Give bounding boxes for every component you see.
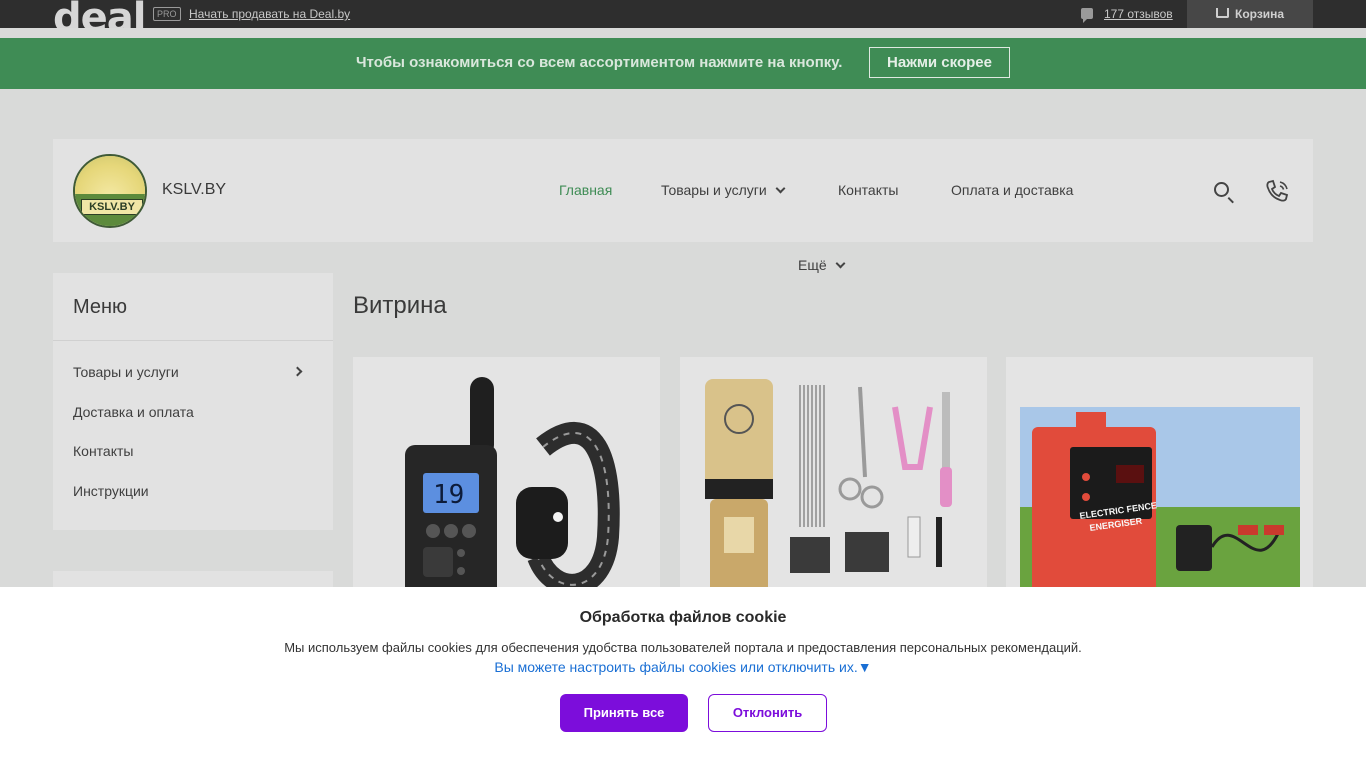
deal-logo[interactable]: deal bbox=[53, 0, 147, 28]
product-card[interactable]: 19 bbox=[353, 357, 660, 597]
nav-products[interactable]: Товары и услуги bbox=[661, 182, 786, 198]
banner-button[interactable]: Нажми скорее bbox=[869, 47, 1010, 78]
cookie-title: Обработка файлов cookie bbox=[579, 609, 787, 626]
pro-badge: PRO bbox=[153, 7, 181, 21]
nav-home[interactable]: Главная bbox=[559, 182, 612, 198]
site-logo[interactable]: KSLV.BY bbox=[73, 154, 147, 228]
nav-contacts[interactable]: Контакты bbox=[838, 182, 898, 198]
cookie-description: Мы используем файлы cookies для обеспече… bbox=[284, 640, 1082, 655]
grooming-kit-image bbox=[705, 379, 952, 597]
sidebar-item-label: Товары и услуги bbox=[73, 364, 179, 380]
divider bbox=[53, 340, 333, 341]
nav-more[interactable]: Ещё bbox=[798, 257, 846, 273]
sidebar-item-instructions[interactable]: Инструкции bbox=[73, 483, 313, 499]
chevron-right-icon bbox=[292, 366, 303, 377]
product-card[interactable] bbox=[680, 357, 987, 597]
product-card[interactable]: ELECTRIC FENCE ENERGISER bbox=[1006, 357, 1313, 597]
decline-button[interactable]: Отклонить bbox=[708, 694, 827, 732]
site-header: KSLV.BY KSLV.BY Главная Товары и услуги … bbox=[53, 139, 1313, 242]
sidebar-item-products[interactable]: Товары и услуги bbox=[73, 364, 313, 380]
cart-label: Корзина bbox=[1235, 7, 1285, 21]
chevron-down-icon bbox=[835, 258, 846, 269]
accept-all-button[interactable]: Принять все bbox=[560, 694, 688, 732]
promo-banner: Чтобы ознакомиться со всем ассортиментом… bbox=[0, 38, 1366, 89]
svg-text:19: 19 bbox=[433, 480, 464, 510]
cookie-consent-panel: Обработка файлов cookie Мы используем фа… bbox=[0, 587, 1366, 768]
cookie-settings-link[interactable]: Вы можете настроить файлы cookies или от… bbox=[0, 659, 1366, 675]
site-name[interactable]: KSLV.BY bbox=[162, 181, 226, 199]
cart-button[interactable]: Корзина bbox=[1187, 0, 1313, 28]
top-bar: deal PRO Начать продавать на Deal.by 177… bbox=[0, 0, 1366, 28]
dog-training-collar-image: 19 bbox=[405, 377, 620, 597]
nav-payment-delivery[interactable]: Оплата и доставка bbox=[951, 182, 1073, 198]
chevron-down-icon bbox=[775, 183, 786, 194]
search-icon[interactable] bbox=[1214, 182, 1229, 197]
sidebar-menu: Меню Товары и услуги Доставка и оплата К… bbox=[53, 273, 333, 530]
reviews-link[interactable]: 177 отзывов bbox=[1104, 7, 1173, 21]
phone-icon[interactable] bbox=[1265, 179, 1291, 203]
page-title: Витрина bbox=[353, 292, 447, 319]
electric-fence-energiser-image: ELECTRIC FENCE ENERGISER bbox=[1020, 407, 1300, 597]
logo-sky bbox=[75, 156, 145, 198]
sidebar-title: Меню bbox=[73, 296, 128, 318]
start-selling-link[interactable]: Начать продавать на Deal.by bbox=[189, 7, 350, 21]
reviews-icon bbox=[1081, 8, 1093, 23]
nav-more-label: Ещё bbox=[798, 257, 827, 273]
nav-products-label: Товары и услуги bbox=[661, 182, 767, 198]
banner-text: Чтобы ознакомиться со всем ассортиментом… bbox=[356, 54, 843, 71]
logo-ribbon: KSLV.BY bbox=[81, 199, 143, 215]
cart-icon bbox=[1216, 8, 1229, 18]
sidebar-item-delivery[interactable]: Доставка и оплата bbox=[73, 404, 313, 420]
sidebar-item-contacts[interactable]: Контакты bbox=[73, 443, 313, 459]
